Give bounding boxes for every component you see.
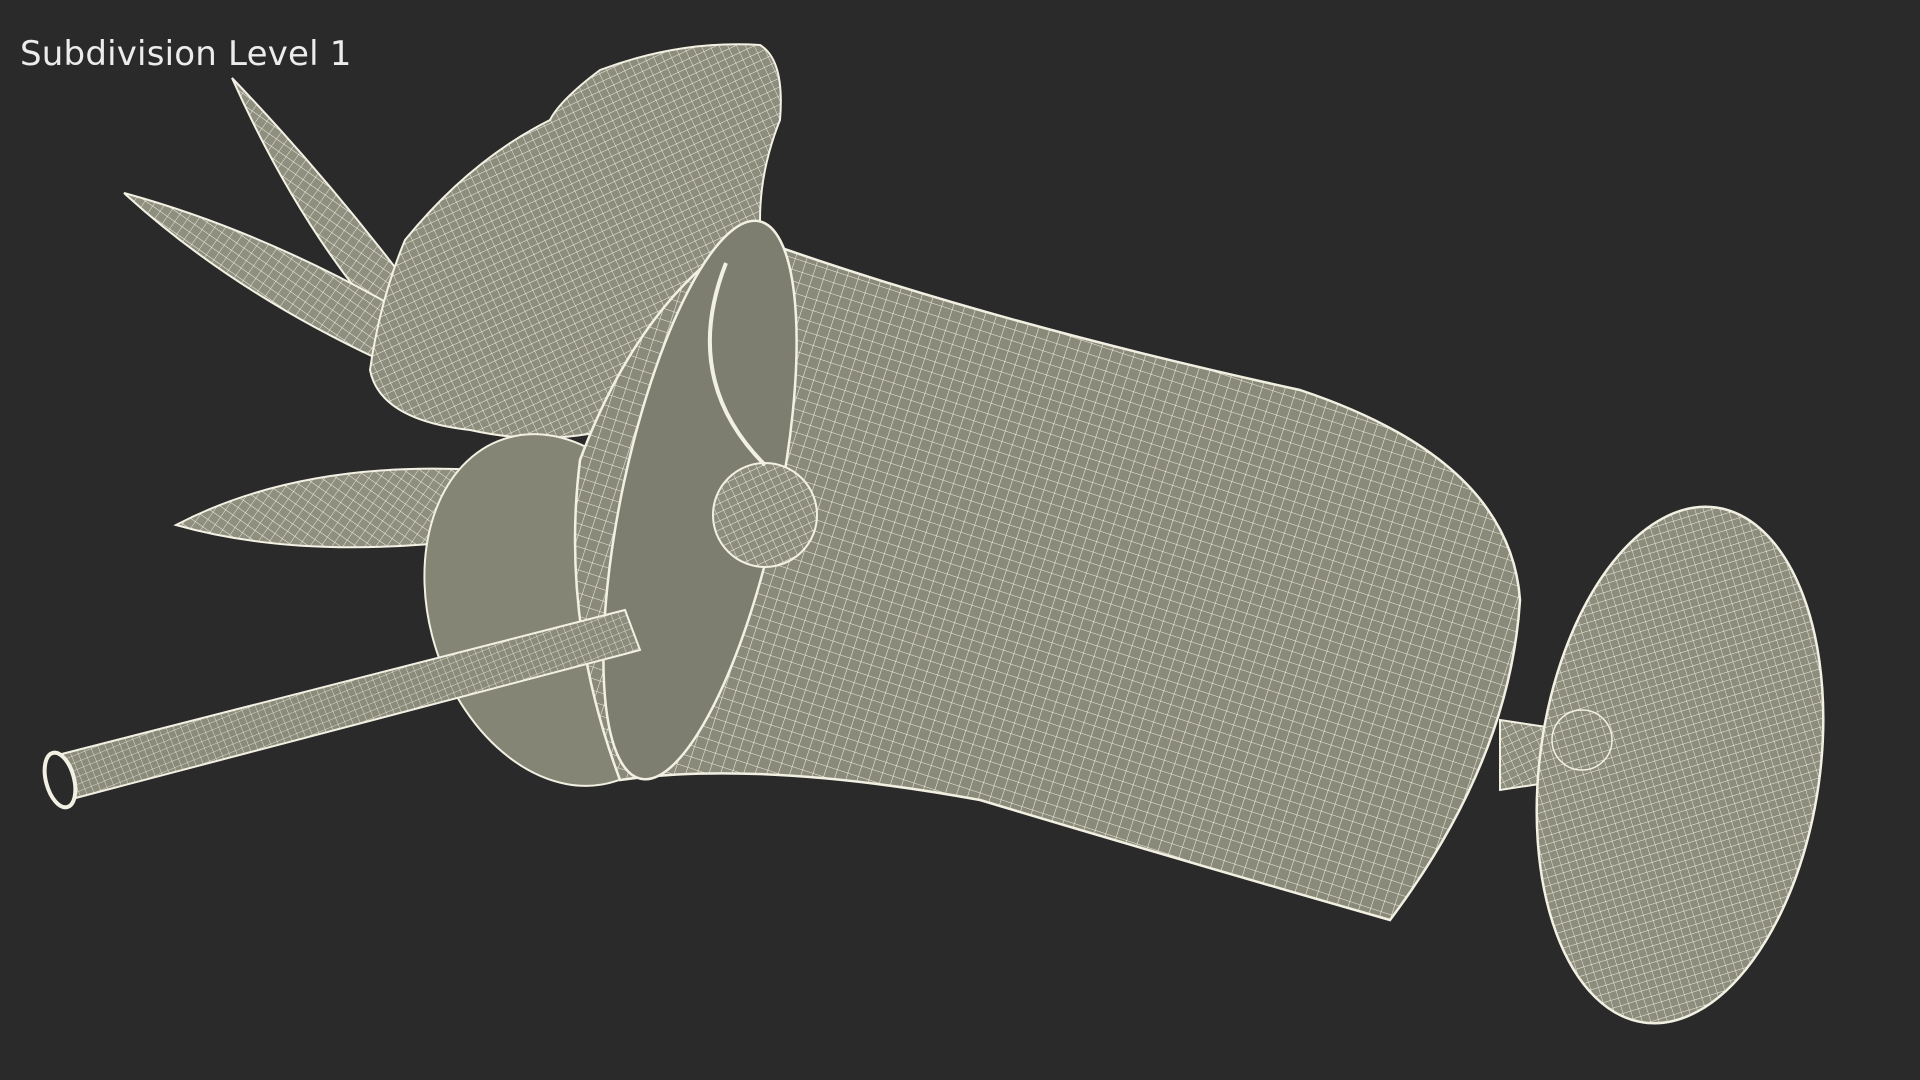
subdivision-level-label: Subdivision Level 1 (20, 34, 352, 74)
wireframe-render (42, 43, 1825, 1025)
cherry (712, 462, 818, 568)
3d-viewport[interactable]: Subdivision Level 1 (0, 0, 1920, 1080)
glass-foot (1535, 505, 1825, 1025)
